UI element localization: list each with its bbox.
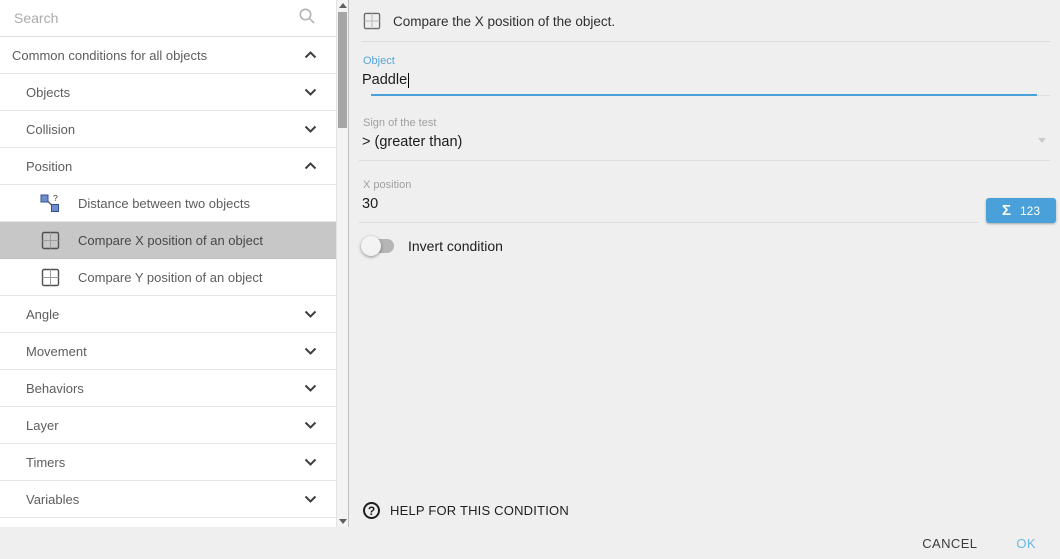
invert-condition-toggle[interactable] xyxy=(361,236,395,256)
sidebar-item-movement[interactable]: Movement xyxy=(0,333,336,370)
sidebar-item-label: Collision xyxy=(26,122,304,137)
chevron-up-icon xyxy=(304,162,317,170)
object-field-underline xyxy=(371,94,1050,96)
dropdown-arrow-icon xyxy=(1038,138,1046,143)
chevron-down-icon xyxy=(304,495,317,503)
x-position-input[interactable]: 30 xyxy=(349,191,978,223)
x-position-field-group: X position 30 Σ 123 xyxy=(349,179,1060,223)
chevron-down-icon xyxy=(304,421,317,429)
help-label: HELP FOR THIS CONDITION xyxy=(390,503,569,518)
chevron-down-icon xyxy=(304,310,317,318)
object-field-input[interactable]: Paddle xyxy=(349,71,1060,89)
compare-position-icon xyxy=(363,12,381,30)
sidebar-item-timers[interactable]: Timers xyxy=(0,444,336,481)
svg-text:?: ? xyxy=(53,193,58,203)
chevron-up-icon xyxy=(304,51,317,59)
condition-editor-dialog: Common conditions for all objects Object… xyxy=(0,0,1060,559)
condition-header: Compare the X position of the object. xyxy=(349,0,1060,40)
object-field-group: Object Paddle xyxy=(349,55,1060,96)
toggle-knob xyxy=(361,236,381,256)
sidebar-item-position[interactable]: Position xyxy=(0,148,336,185)
chevron-down-icon xyxy=(304,125,317,133)
expression-editor-button[interactable]: Σ 123 xyxy=(986,198,1056,223)
chevron-down-icon xyxy=(304,88,317,96)
sidebar-item-distance-between-objects[interactable]: ? Distance between two objects xyxy=(0,185,336,222)
chevron-down-icon xyxy=(304,458,317,466)
conditions-sidebar: Common conditions for all objects Object… xyxy=(0,0,348,527)
compare-x-icon xyxy=(40,231,60,250)
condition-title: Compare the X position of the object. xyxy=(393,14,615,29)
sigma-icon: Σ xyxy=(1002,202,1011,219)
chevron-down-icon xyxy=(304,347,317,355)
numbers-icon: 123 xyxy=(1020,204,1040,218)
text-cursor xyxy=(408,73,409,88)
x-position-underline xyxy=(359,222,978,223)
dialog-action-bar: CANCEL OK xyxy=(0,527,1060,559)
sign-field-label: Sign of the test xyxy=(349,117,1060,129)
sidebar-item-label: Movement xyxy=(26,344,304,359)
sidebar-item-label: Distance between two objects xyxy=(78,196,336,211)
sidebar-item-label: Common conditions for all objects xyxy=(12,48,304,63)
divider xyxy=(361,41,1050,42)
ok-button[interactable]: OK xyxy=(1016,536,1036,551)
sidebar-item-behaviors[interactable]: Behaviors xyxy=(0,370,336,407)
sidebar-item-label: Position xyxy=(26,159,304,174)
sidebar-item-label: Compare X position of an object xyxy=(78,233,336,248)
sidebar-item-variables[interactable]: Variables xyxy=(0,481,336,518)
sidebar-item-layer[interactable]: Layer xyxy=(0,407,336,444)
scroll-up-icon[interactable] xyxy=(339,3,347,8)
sign-field-group: Sign of the test > (greater than) xyxy=(349,117,1060,161)
scrollbar-thumb[interactable] xyxy=(338,12,347,128)
search-icon xyxy=(298,7,316,30)
condition-detail-panel: Compare the X position of the object. Ob… xyxy=(348,0,1060,527)
sign-select[interactable]: > (greater than) xyxy=(349,129,1060,151)
sidebar-item-compare-y-position[interactable]: Compare Y position of an object xyxy=(0,259,336,296)
sidebar-item-label: Layer xyxy=(26,418,304,433)
sign-field-underline xyxy=(359,160,1050,161)
sidebar-item-objects[interactable]: Objects xyxy=(0,74,336,111)
x-position-field-label: X position xyxy=(349,179,1060,191)
compare-y-icon xyxy=(40,268,60,287)
search-row xyxy=(0,0,336,37)
sidebar-item-common-conditions[interactable]: Common conditions for all objects xyxy=(0,37,336,74)
object-field-label: Object xyxy=(349,55,1060,67)
cancel-button[interactable]: CANCEL xyxy=(922,536,977,551)
sidebar-item-label: Compare Y position of an object xyxy=(78,270,336,285)
sidebar-item-compare-x-position[interactable]: Compare X position of an object xyxy=(0,222,336,259)
sign-selected-value: > (greater than) xyxy=(349,133,1038,151)
sidebar-item-label: Timers xyxy=(26,455,304,470)
sidebar-item-label: Behaviors xyxy=(26,381,304,396)
sidebar-item-label: Variables xyxy=(26,492,304,507)
help-button[interactable]: ? HELP FOR THIS CONDITION xyxy=(349,502,1060,527)
search-input[interactable] xyxy=(14,10,298,26)
distance-icon: ? xyxy=(40,193,60,213)
help-icon: ? xyxy=(363,502,380,519)
sidebar-item-angle[interactable]: Angle xyxy=(0,296,336,333)
x-position-value: 30 xyxy=(349,195,978,213)
sidebar-item-label: Objects xyxy=(26,85,304,100)
invert-condition-row: Invert condition xyxy=(349,236,1060,256)
scroll-down-icon[interactable] xyxy=(339,519,347,524)
sidebar-item-label: Angle xyxy=(26,307,304,322)
invert-condition-label: Invert condition xyxy=(408,238,503,254)
chevron-down-icon xyxy=(304,384,317,392)
main-row: Common conditions for all objects Object… xyxy=(0,0,1060,527)
sidebar-item-collision[interactable]: Collision xyxy=(0,111,336,148)
sidebar-scrollbar[interactable] xyxy=(336,0,348,527)
